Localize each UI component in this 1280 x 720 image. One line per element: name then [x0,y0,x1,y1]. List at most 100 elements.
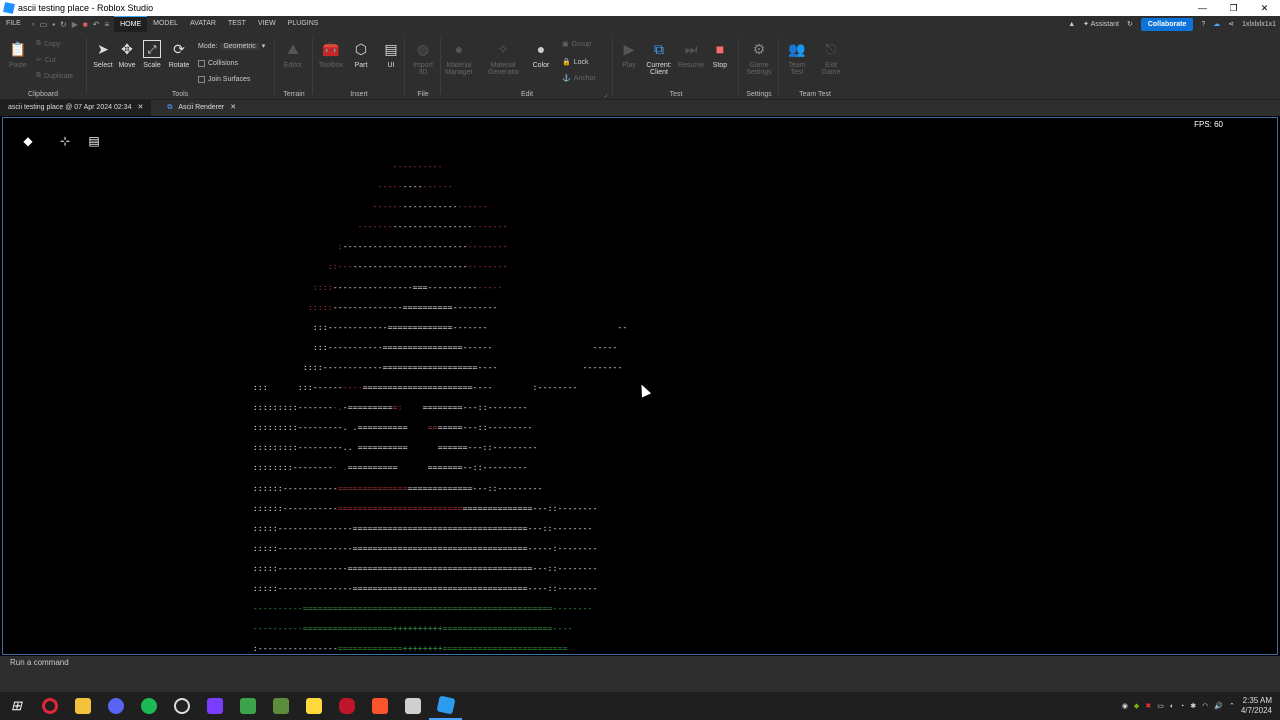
green-app-icon[interactable] [264,692,297,720]
share-icon[interactable]: ⋖ [1228,20,1234,28]
tray-icon[interactable]: ◐ [1170,703,1174,710]
windows-start-icon[interactable]: ⊞ [0,692,33,720]
material-manager-button[interactable]: ● Material Manager [444,40,474,76]
undo-icon[interactable]: ↶ [93,20,100,29]
save-icon[interactable]: ▪ [52,20,55,29]
restore-button[interactable]: ❐ [1218,0,1249,16]
tab-test[interactable]: TEST [222,16,252,32]
roblox-menu-icon[interactable]: ◆ [21,134,35,148]
command-input[interactable]: Run a command [10,658,69,667]
file-group: ◍ Import 3D File [406,36,440,100]
discord-tray-icon[interactable]: ◉ [1122,702,1128,710]
selection-icon[interactable]: ⊹ [58,134,72,148]
stop-icon[interactable]: ■ [83,20,88,29]
collaborate-button[interactable]: Collaborate [1140,17,1194,31]
play-icon[interactable]: ▶ [72,20,78,29]
new-file-icon[interactable]: ▫ [32,20,35,29]
cut-button[interactable]: ✂ Cut [36,56,56,65]
tab-ascii-renderer[interactable]: ⧉ Ascii Renderer ✕ [159,100,244,116]
team-test-button[interactable]: 👥 Team Test [782,40,812,76]
group-label-test: Test [669,91,683,98]
collisions-checkbox[interactable] [198,60,205,67]
minecraft-icon[interactable] [231,692,264,720]
spotify-icon[interactable] [132,692,165,720]
import-3d-button[interactable]: ◍ Import 3D [408,40,438,76]
game-viewport[interactable]: FPS: 60 ◆ ⊹ ▤ ---------- ---------------… [2,117,1278,655]
network-tray-icon[interactable]: ◔ [1180,703,1184,710]
redo-icon[interactable]: ↻ [60,20,67,29]
lock-button[interactable]: 🔒 Lock [562,58,589,67]
file-menu[interactable]: FILE [0,16,27,32]
ascii-segment: ---------- [392,161,443,171]
copy-button[interactable]: ⧉ Copy [36,40,60,48]
terrain-editor-button[interactable]: ⛰ Editor [278,40,308,69]
current-client-button[interactable]: ⧉ Current: Client [644,40,674,76]
close-button[interactable]: ✕ [1249,0,1280,16]
tab-view[interactable]: VIEW [252,16,282,32]
minimize-button[interactable]: — [1187,0,1218,16]
command-bar[interactable]: Run a command [0,656,1280,670]
chat-icon[interactable]: ▤ [87,134,101,148]
divider [440,38,441,94]
chevron-up-icon[interactable]: ⌃ [1229,702,1235,710]
scale-button[interactable]: ⤢ Scale [137,40,167,69]
refresh-icon[interactable]: ↻ [1127,20,1133,28]
tab-place[interactable]: ascii testing place @ 07 Apr 2024 02:34 ✕ [0,100,152,116]
paste-button[interactable]: 📋 Paste [4,40,32,69]
red-app-icon[interactable] [330,692,363,720]
monitor-tray-icon[interactable]: ▭ [1157,702,1164,710]
gray-app-icon[interactable] [396,692,429,720]
tab-plugins[interactable]: PLUGINS [282,16,325,32]
ascii-segment: ++++++++++ [392,623,443,634]
brave-icon[interactable] [363,692,396,720]
roblox-studio-logo-icon [3,2,15,14]
help-icon[interactable]: ? [1201,21,1205,28]
part-button[interactable]: ⬡ Part [346,40,376,69]
assistant-button[interactable]: ✦ Assistant [1083,20,1119,28]
clock[interactable]: 2:35 AM 4/7/2024 [1241,696,1272,716]
resume-button[interactable]: ⏭ Resume [676,40,706,69]
close-icon[interactable]: ✕ [230,100,236,116]
ascii-line: ----------------------- [3,196,1277,216]
file-explorer-icon[interactable] [66,692,99,720]
tab-model[interactable]: MODEL [147,16,184,32]
close-icon[interactable]: ✕ [137,100,143,116]
purple-app-icon[interactable] [198,692,231,720]
mode-selector[interactable]: Mode: Geometric ▾ [198,42,265,50]
volume-icon[interactable]: 🔊 [1214,702,1223,710]
anchor-button[interactable]: ⚓ Anchor [562,74,596,83]
join-surfaces-checkbox[interactable] [198,76,205,83]
roblox-studio-icon[interactable] [429,692,462,720]
game-settings-button[interactable]: ⚙ Game Settings [744,40,774,76]
collisions-toggle[interactable]: Collisions [198,60,238,67]
ui-button[interactable]: ▤ UI [376,40,406,69]
tab-avatar[interactable]: AVATAR [184,16,222,32]
discord-icon[interactable] [99,692,132,720]
wifi-icon[interactable]: ◠ [1202,702,1208,710]
collapse-ribbon-icon[interactable]: ▲ [1068,21,1075,28]
sticky-notes-icon[interactable] [297,692,330,720]
tab-home[interactable]: HOME [114,16,148,32]
group-button[interactable]: ▣ Group [562,40,591,49]
expand-edit-icon[interactable]: ⌟ [604,90,607,98]
bluetooth-tray-icon[interactable]: ✱ [1190,702,1196,710]
cloud-icon[interactable]: ☁ [1213,20,1220,28]
obs-icon[interactable] [165,692,198,720]
rotate-button[interactable]: ⟳ Rotate [164,40,194,69]
app-tray-icon[interactable]: ✖ [1145,702,1151,710]
exit-game-button[interactable]: ⎋ Exit Game [816,40,846,76]
toolbox-button[interactable]: 🧰 Toolbox [316,40,346,69]
test-group: ▶ Play ⧉ Current: Client ⏭ Resume ■ Stop Tes… [614,36,738,100]
customize-icon[interactable]: ≡ [104,20,109,29]
material-generator-button[interactable]: ✧ Material Generator [488,40,520,76]
nvidia-tray-icon[interactable]: ◆ [1134,702,1139,710]
color-button[interactable]: ● Color [526,40,556,69]
stop-button[interactable]: ■ Stop [705,40,735,69]
duplicate-button[interactable]: ⧉ Duplicate [36,72,73,80]
play-button[interactable]: ▶ Play [614,40,644,69]
ascii-segment: ------ [457,201,488,212]
opera-icon[interactable] [33,692,66,720]
join-surfaces-toggle[interactable]: Join Surfaces [198,76,250,83]
username[interactable]: 1xlxlxlx1x1 [1242,21,1276,28]
open-file-icon[interactable]: ▭ [40,20,48,29]
